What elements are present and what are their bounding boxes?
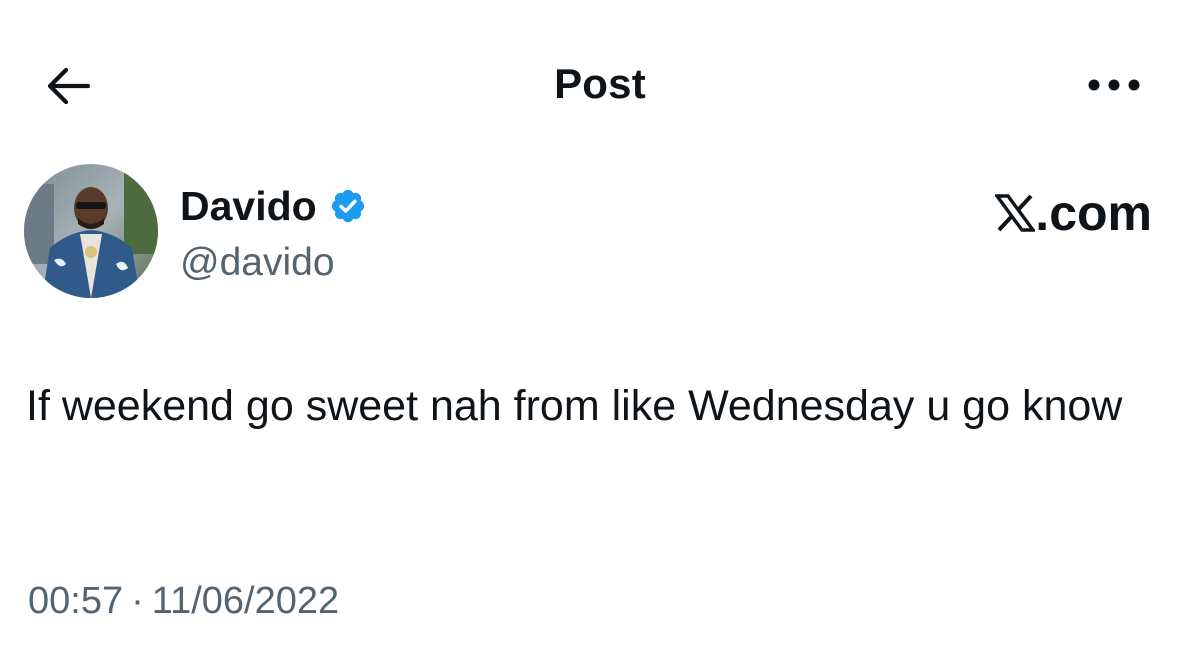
x-logo-icon [995, 194, 1036, 232]
more-options-button[interactable] [1078, 60, 1150, 110]
post-meta: 00:57 · 11/06/2022 [28, 578, 339, 624]
page-title: Post [554, 60, 646, 107]
post-text: If weekend go sweet nah from like Wednes… [26, 382, 1123, 430]
watermark-text: .com [1035, 185, 1152, 241]
top-bar: Post [0, 0, 1200, 170]
author-block: Davido @davido .com [24, 164, 1174, 304]
more-horizontal-icon [1088, 79, 1140, 91]
x-com-watermark: .com [995, 186, 1152, 240]
post-date[interactable]: 11/06/2022 [152, 578, 339, 624]
avatar[interactable] [24, 164, 158, 298]
author-handle[interactable]: @davido [180, 240, 335, 286]
meta-separator: · [131, 580, 144, 622]
author-name-row[interactable]: Davido [180, 182, 367, 230]
post-time[interactable]: 00:57 [28, 578, 123, 624]
author-display-name: Davido [180, 183, 317, 229]
verified-badge-icon [329, 187, 367, 225]
